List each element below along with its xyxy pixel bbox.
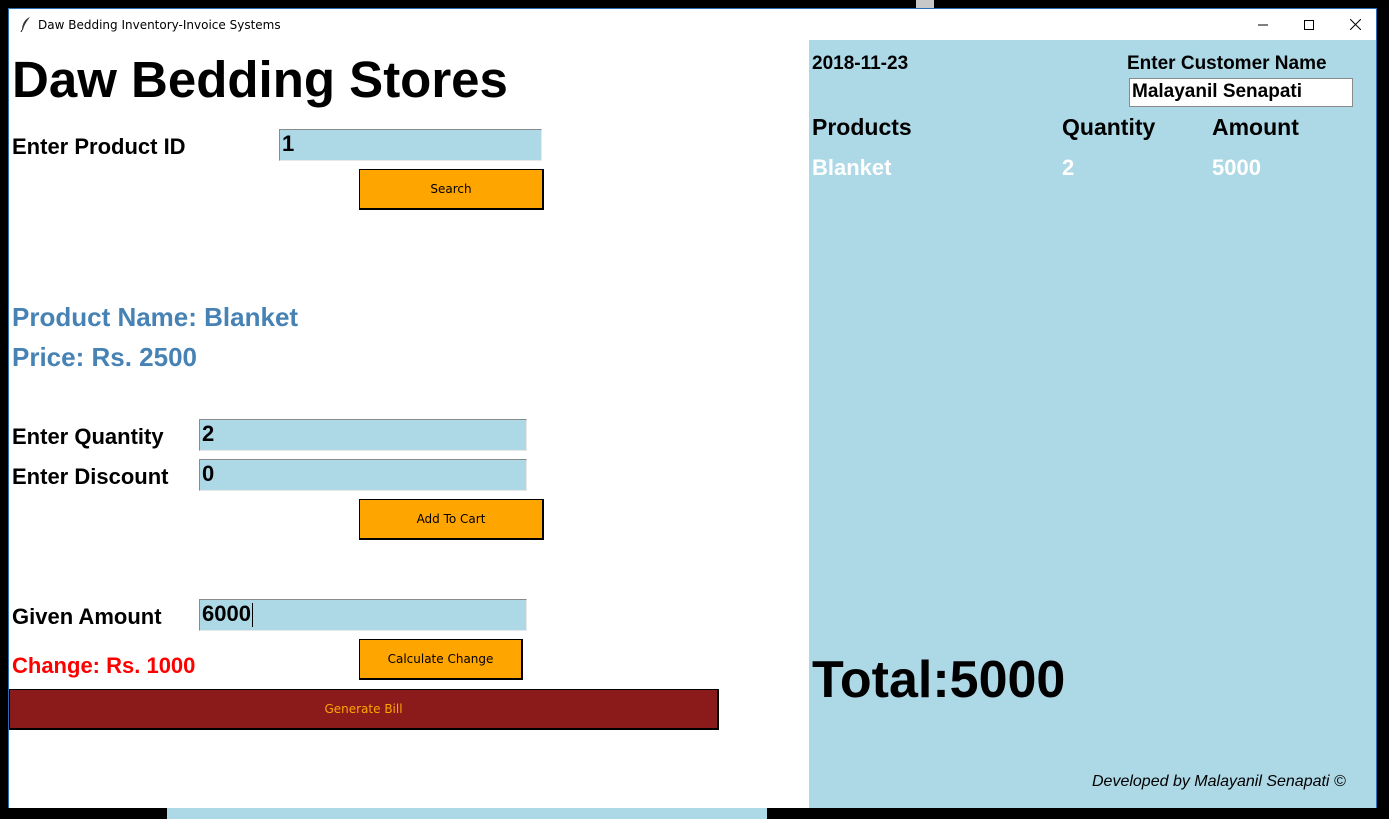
cart-item-amount: 5000 — [1212, 155, 1261, 180]
search-button[interactable]: Search — [359, 169, 544, 210]
discount-label: Enter Discount — [12, 464, 169, 489]
products-header: Products — [812, 114, 912, 140]
invoice-date: 2018-11-23 — [812, 53, 909, 74]
cart-item-product: Blanket — [812, 155, 892, 180]
quantity-label: Enter Quantity — [12, 424, 164, 449]
minimize-icon[interactable] — [1240, 9, 1286, 40]
total-amount: Total:5000 — [812, 651, 1066, 709]
discount-input[interactable]: 0 — [199, 459, 527, 491]
generate-bill-button[interactable]: Generate Bill — [9, 689, 719, 730]
product-name-text: Product Name: Blanket — [12, 302, 299, 332]
developer-credit: Developed by Malayanil Senapati © — [1092, 773, 1346, 790]
title-bar[interactable]: Daw Bedding Inventory-Invoice Systems — [9, 9, 1376, 40]
app-window: Daw Bedding Inventory-Invoice Systems Da… — [8, 8, 1377, 808]
store-title: Daw Bedding Stores — [12, 51, 508, 108]
calculate-change-button[interactable]: Calculate Change — [359, 639, 523, 680]
customer-name-label: Enter Customer Name — [1127, 53, 1327, 74]
customer-name-input[interactable]: Malayanil Senapati — [1129, 78, 1353, 107]
product-price-text: Price: Rs. 2500 — [12, 342, 198, 372]
background-window-edge — [916, 0, 934, 8]
quantity-input[interactable]: 2 — [199, 419, 527, 451]
product-id-input[interactable]: 1 — [279, 129, 542, 161]
given-amount-label: Given Amount — [12, 604, 162, 629]
billing-panel: Daw Bedding Stores Enter Product ID 1 Se… — [9, 40, 809, 808]
add-to-cart-button[interactable]: Add To Cart — [359, 499, 544, 540]
text-caret — [251, 603, 253, 628]
maximize-icon[interactable] — [1286, 9, 1332, 40]
change-text: Change: Rs. 1000 — [12, 653, 196, 678]
cart-item-quantity: 2 — [1062, 155, 1075, 180]
background-window-edge — [167, 808, 767, 819]
window-title: Daw Bedding Inventory-Invoice Systems — [38, 18, 281, 32]
close-icon[interactable] — [1332, 9, 1378, 40]
quantity-header: Quantity — [1062, 114, 1156, 140]
given-amount-value: 6000 — [202, 601, 251, 626]
feather-icon — [20, 17, 30, 32]
product-id-label: Enter Product ID — [12, 134, 186, 159]
invoice-panel: 2018-11-23 Enter Customer Name Malayanil… — [809, 40, 1376, 808]
amount-header: Amount — [1212, 114, 1299, 140]
given-amount-input[interactable]: 6000 — [199, 599, 527, 631]
